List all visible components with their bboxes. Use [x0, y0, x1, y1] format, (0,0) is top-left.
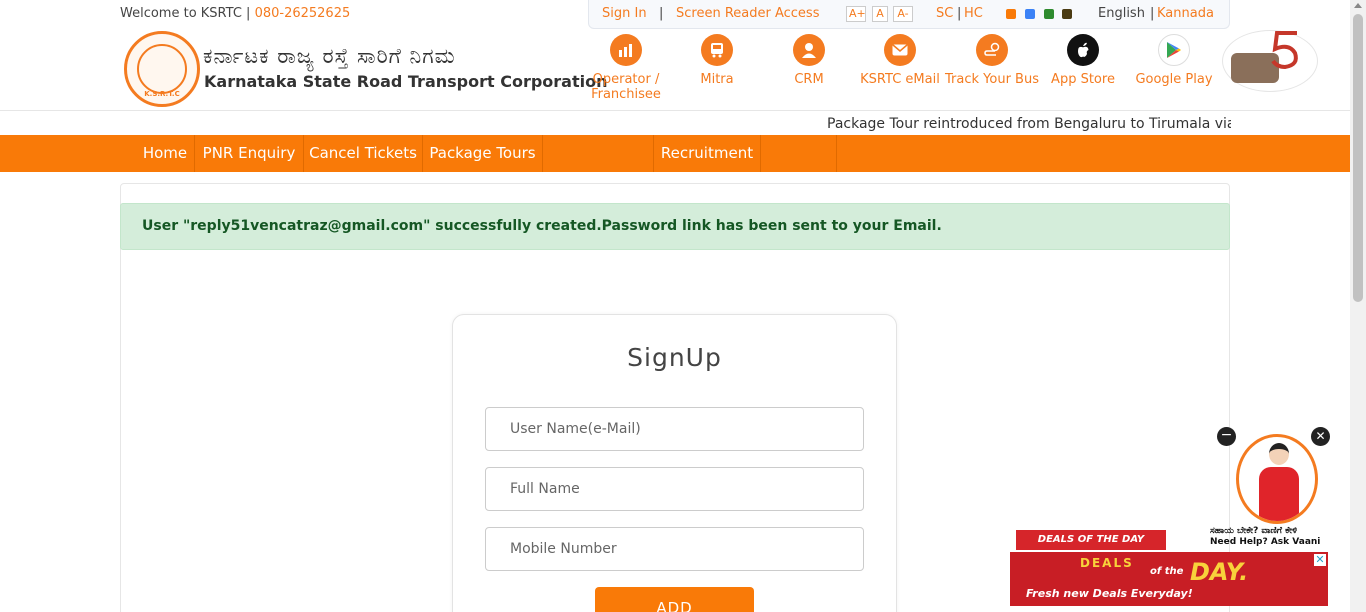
email-icon: [884, 34, 916, 66]
google-play-icon: [1158, 34, 1190, 66]
app-store-label: App Store: [1051, 72, 1115, 87]
scrollbar-thumb[interactable]: [1353, 14, 1363, 302]
welcome-text: Welcome to KSRTC |: [120, 6, 251, 21]
operator-label: Operator / Franchisee: [591, 72, 661, 102]
divider: |: [659, 6, 664, 21]
ad-close-icon[interactable]: ✕: [1314, 554, 1326, 566]
page-scrollbar[interactable]: [1350, 0, 1366, 612]
nav-cancel-tickets[interactable]: Cancel Tickets: [304, 135, 423, 172]
track-bus-label: Track Your Bus: [945, 72, 1039, 87]
font-decrease-button[interactable]: A-: [893, 6, 913, 22]
theme-orange-swatch[interactable]: [1006, 9, 1016, 19]
helpline-phone[interactable]: 080-26252625: [255, 6, 351, 21]
chat-help-english[interactable]: Need Help? Ask Vaani: [1210, 537, 1340, 547]
english-link[interactable]: English: [1098, 6, 1145, 21]
font-normal-button[interactable]: A: [872, 6, 888, 22]
mitra-label: Mitra: [700, 72, 734, 87]
mobile-number-input[interactable]: [485, 527, 864, 571]
apple-icon: [1067, 34, 1099, 66]
nav-package-tours[interactable]: Package Tours: [423, 135, 543, 172]
google-play-link[interactable]: Google Play: [1124, 34, 1224, 87]
google-play-label: Google Play: [1135, 72, 1213, 87]
track-bus-link[interactable]: Track Your Bus: [942, 34, 1042, 87]
username-email-input[interactable]: [485, 407, 864, 451]
scroll-up-icon[interactable]: [1354, 3, 1362, 8]
success-alert: User "reply51vencatraz@gmail.com" succes…: [120, 203, 1230, 250]
operator-franchisee-link[interactable]: Operator / Franchisee: [576, 34, 676, 102]
golden-jubilee-emblem: [1222, 30, 1318, 92]
nav-recruitment[interactable]: Recruitment: [654, 135, 761, 172]
full-name-input[interactable]: [485, 467, 864, 511]
ad-ribbon: DEALS OF THE DAY: [1016, 530, 1166, 550]
theme-green-swatch[interactable]: [1044, 9, 1054, 19]
nav-pnr-enquiry[interactable]: PNR Enquiry: [195, 135, 304, 172]
news-ticker[interactable]: Package Tour reintroduced from Bengaluru…: [827, 116, 1231, 132]
sc-link[interactable]: SC: [936, 6, 953, 21]
bus-icon: [701, 34, 733, 66]
screen-reader-link[interactable]: Screen Reader Access: [676, 6, 819, 21]
ksrtc-email-link[interactable]: KSRTC eMail: [850, 34, 950, 87]
nav-home[interactable]: Home: [136, 135, 195, 172]
app-store-link[interactable]: App Store: [1033, 34, 1133, 87]
brand-name-kannada: ಕರ್ನಾಟಕ ರಾಜ್ಯ ರಸ್ತೆ ಸಾರಿಗೆ ನಿಗಮ: [203, 44, 456, 68]
chat-minimize-icon[interactable]: −: [1217, 427, 1236, 446]
logo-text: K.S.R.T.C: [144, 90, 180, 98]
header-divider: [0, 110, 1350, 111]
top-utility-bar: Welcome to KSRTC | 080-26252625 Sign In …: [0, 0, 1350, 30]
ksrtc-logo[interactable]: K.S.R.T.C: [124, 31, 200, 107]
main-navigation: Home PNR Enquiry Cancel Tickets Package …: [0, 135, 1350, 172]
crm-link[interactable]: CRM: [759, 34, 859, 87]
crm-label: CRM: [794, 72, 824, 87]
chat-help-kannada[interactable]: ಸಹಾಯ ಬೇಕೇ? ವಾಣಿಗೆ ಕೇಳಿ: [1210, 526, 1340, 536]
avatar-body: [1259, 467, 1299, 521]
ad-of-the-text: of the: [1150, 566, 1184, 577]
email-label: KSRTC eMail: [860, 72, 940, 87]
mitra-link[interactable]: Mitra: [667, 34, 767, 87]
logo-emblem: [137, 44, 187, 94]
ad-deals-text: DEALS: [1080, 556, 1134, 570]
add-button[interactable]: ADD: [595, 587, 754, 612]
divider: |: [1150, 6, 1155, 21]
ad-day-text: DAY.: [1190, 558, 1249, 586]
theme-brown-swatch[interactable]: [1062, 9, 1072, 19]
anniversary-emblem: [1267, 29, 1307, 84]
sign-in-link[interactable]: Sign In: [602, 6, 647, 21]
kannada-link[interactable]: Kannada: [1157, 6, 1214, 21]
font-increase-button[interactable]: A+: [846, 6, 866, 22]
brand-name-english: Karnataka State Road Transport Corporati…: [204, 72, 608, 91]
ticker-text: Package Tour reintroduced from Bengaluru…: [827, 116, 1231, 132]
divider: |: [957, 6, 962, 21]
hc-link[interactable]: HC: [964, 6, 983, 21]
avatar-head: [1269, 443, 1289, 465]
nav-empty-item[interactable]: [761, 135, 837, 172]
vaani-chat-avatar[interactable]: [1236, 434, 1318, 524]
ad-tagline: Fresh new Deals Everyday!: [1026, 587, 1193, 600]
location-track-icon: [976, 34, 1008, 66]
welcome-message: Welcome to KSRTC | 080-26252625: [120, 6, 350, 21]
person-icon: [793, 34, 825, 66]
theme-blue-swatch[interactable]: [1025, 9, 1035, 19]
nav-empty-item[interactable]: [543, 135, 654, 172]
operator-chart-icon: [610, 34, 642, 66]
chat-close-icon[interactable]: ✕: [1311, 427, 1330, 446]
signup-title: SignUp: [627, 343, 722, 372]
